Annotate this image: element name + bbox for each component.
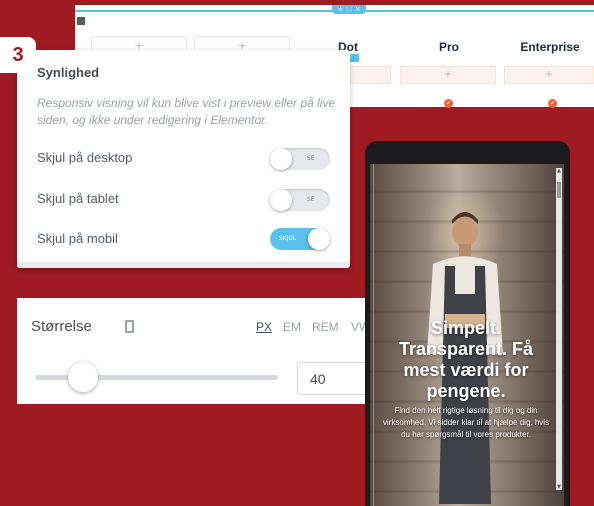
mobile-preview-frame: Simpelt. Transparent. Få mest værdi for … (365, 141, 570, 506)
size-slider-handle[interactable] (68, 362, 98, 392)
toggle-knob (270, 189, 292, 211)
unit-em[interactable]: EM (283, 320, 301, 334)
mobile-preview-screen: Simpelt. Transparent. Få mest værdi for … (370, 164, 564, 506)
hide-mobile-label: Skjul på mobil (37, 231, 118, 246)
hide-tablet-label: Skjul på tablet (37, 191, 119, 206)
add-row-cell[interactable]: + (400, 66, 496, 84)
hide-tablet-toggle[interactable]: SE (270, 189, 330, 211)
hide-desktop-toggle[interactable]: SE (270, 148, 330, 170)
visibility-description: Responsiv visning vil kun blive vist i p… (37, 96, 336, 127)
scroll-down-icon[interactable]: ▼ (556, 484, 562, 490)
step-badge: 3 (0, 37, 36, 73)
section-handle[interactable]: + ::: × (332, 5, 366, 14)
hide-mobile-toggle[interactable]: SKJUL (270, 228, 330, 250)
toggle-text: SE (307, 155, 315, 162)
toggle-text: SKJUL (279, 235, 297, 242)
plan-header-enterprise: Enterprise (520, 40, 580, 54)
add-row-cell[interactable]: + (504, 66, 594, 84)
size-control: Størrelse PX EM REM VW (17, 298, 394, 404)
preview-subtext: Find den helt rigtige løsning til dig og… (382, 406, 550, 439)
toggle-knob (308, 228, 330, 250)
preview-headline: Simpelt. Transparent. Få mest værdi for … (398, 318, 534, 401)
unit-rem[interactable]: REM (312, 320, 339, 334)
column-handle-icon[interactable] (77, 17, 85, 25)
unit-px[interactable]: PX (256, 320, 272, 334)
scrollbar-thumb[interactable] (557, 182, 561, 198)
check-icon: ✔ (444, 99, 453, 108)
toggle-text: SE (307, 196, 315, 203)
size-label: Størrelse (31, 318, 92, 335)
panel-footer (17, 262, 350, 268)
scroll-up-icon[interactable]: ▲ (556, 168, 562, 174)
toggle-knob (270, 148, 292, 170)
check-icon: ✔ (548, 99, 557, 108)
visibility-panel: Synlighed Responsiv visning vil kun bliv… (17, 50, 350, 268)
visibility-title: Synlighed (37, 65, 100, 80)
size-value-input[interactable] (297, 362, 374, 395)
column-guide-line (373, 164, 374, 506)
preview-scrollbar[interactable]: ▲ ▼ (556, 168, 562, 490)
mobile-device-icon[interactable] (125, 320, 134, 333)
plan-header-pro: Pro (438, 40, 459, 54)
hide-desktop-label: Skjul på desktop (37, 150, 133, 165)
